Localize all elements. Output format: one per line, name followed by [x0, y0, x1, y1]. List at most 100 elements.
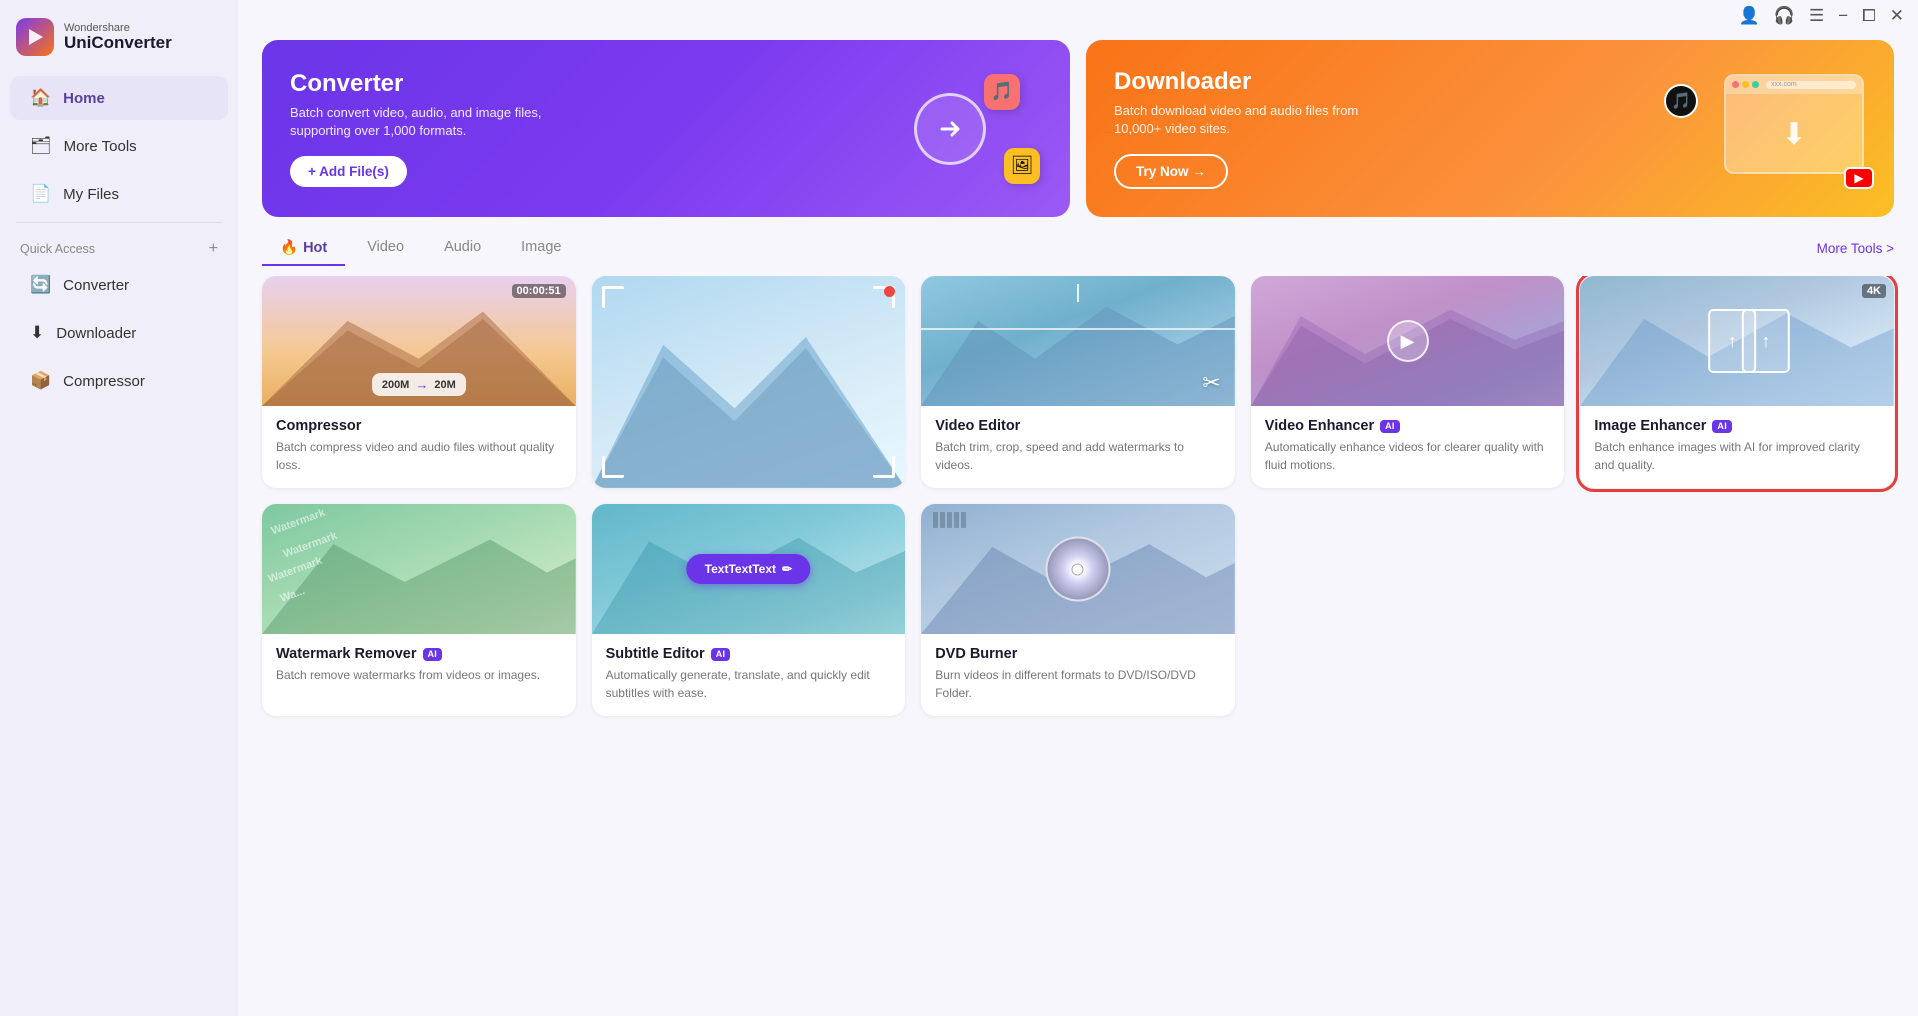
- compressor-desc: Batch compress video and audio files wit…: [276, 439, 562, 474]
- more-tools-link[interactable]: More Tools >: [1817, 241, 1894, 256]
- sidebar: Wondershare UniConverter 🏠 Home 🗂 More T…: [0, 0, 238, 1016]
- video-editor-info: Video Editor Batch trim, crop, speed and…: [921, 406, 1235, 488]
- subtitle-editor-desc: Automatically generate, translate, and q…: [606, 667, 892, 702]
- music-icon: 🎵: [984, 74, 1020, 110]
- record-corner-tl: [602, 286, 624, 308]
- profile-button[interactable]: 👤: [1739, 6, 1760, 26]
- tool-card-subtitle-editor[interactable]: TextTextText ✏ Subtitle Editor AI Automa…: [592, 504, 906, 716]
- youtube-icon: ▶: [1844, 167, 1874, 189]
- tool-card-video-editor[interactable]: ✂ Video Editor Batch trim, crop, speed a…: [921, 276, 1235, 488]
- ai-badge-image-enhancer: AI: [1712, 420, 1732, 433]
- tool-card-dvd-burner[interactable]: DVD Burner Burn videos in different form…: [921, 504, 1235, 716]
- sidebar-item-downloader[interactable]: ⬇ Downloader: [10, 311, 228, 355]
- converter-banner-desc: Batch convert video, audio, and image fi…: [290, 104, 570, 140]
- maximize-button[interactable]: ⧠: [1862, 6, 1876, 26]
- downloader-banner-title: Downloader: [1114, 68, 1394, 96]
- dvd-disc: [1045, 537, 1110, 602]
- compressor-info: Compressor Batch compress video and audi…: [262, 406, 576, 488]
- tool-card-watermark-remover[interactable]: Watermark Watermark Watermark Wa... Wate…: [262, 504, 576, 716]
- logo-area: Wondershare UniConverter: [0, 0, 238, 74]
- image-enhancer-thumbnail: ↑ ↑ 4K: [1580, 276, 1894, 406]
- tabs-row: 🔥 Hot Video Audio Image More Tools >: [238, 231, 1918, 266]
- product-name: UniConverter: [64, 34, 172, 53]
- converter-illustration: 🎵 🖼: [850, 40, 1070, 217]
- film-strip: [933, 512, 966, 528]
- compressor-size-label: 200M → 20M: [372, 373, 466, 396]
- close-button[interactable]: ✕: [1890, 6, 1904, 26]
- converter-icon: 🔄: [30, 275, 51, 295]
- ai-badge-video-enhancer: AI: [1380, 420, 1400, 433]
- app-logo-text: Wondershare UniConverter: [64, 22, 172, 53]
- converter-banner-title: Converter: [290, 70, 570, 98]
- cut-line-h: [921, 328, 1235, 330]
- tab-image[interactable]: Image: [503, 231, 579, 266]
- downloader-banner-text: Downloader Batch download video and audi…: [1114, 68, 1394, 189]
- quick-access-add-button[interactable]: +: [209, 241, 218, 257]
- screen-recorder-thumbnail: [592, 276, 906, 488]
- watermark-remover-info: Watermark Remover AI Batch remove waterm…: [262, 634, 576, 698]
- watermark-remover-desc: Batch remove watermarks from videos or i…: [276, 667, 562, 684]
- enhance-box-right: ↑: [1742, 309, 1790, 373]
- downloader-try-now-button[interactable]: Try Now →: [1114, 154, 1228, 189]
- sidebar-item-compressor[interactable]: 📦 Compressor: [10, 359, 228, 403]
- tool-card-screen-recorder[interactable]: Screen Recorder 1:1 quality screen recor…: [592, 276, 906, 488]
- watermark-remover-title: Watermark Remover AI: [276, 646, 562, 662]
- tool-grid: 00:00:51 200M → 20M Compressor Batch com…: [238, 276, 1918, 736]
- playhead-icon: [1077, 284, 1079, 302]
- compressor-title: Compressor: [276, 418, 562, 434]
- sidebar-item-compressor-label: Compressor: [63, 373, 145, 390]
- image-enhancer-info: Image Enhancer AI Batch enhance images w…: [1580, 406, 1894, 488]
- scissors-icon: ✂: [1202, 370, 1220, 396]
- sidebar-item-converter-label: Converter: [63, 277, 129, 294]
- support-button[interactable]: 🎧: [1774, 6, 1795, 26]
- downloader-banner[interactable]: Downloader Batch download video and audi…: [1086, 40, 1894, 217]
- dvd-burner-desc: Burn videos in different formats to DVD/…: [935, 667, 1221, 702]
- converter-add-files-button[interactable]: + Add File(s): [290, 156, 407, 187]
- menu-button[interactable]: ☰: [1809, 6, 1824, 26]
- fire-icon: 🔥: [280, 239, 298, 256]
- compressor-thumbnail: 00:00:51 200M → 20M: [262, 276, 576, 406]
- downloader-illustration: xxx.com ⬇ 🎵 ▶: [1664, 40, 1894, 217]
- video-enhancer-desc: Automatically enhance videos for clearer…: [1265, 439, 1551, 474]
- compressor-timer: 00:00:51: [512, 284, 566, 298]
- sidebar-item-home-label: Home: [63, 90, 105, 107]
- tool-card-image-enhancer[interactable]: ↑ ↑ 4K Image Enhancer AI Batch enhance i…: [1580, 276, 1894, 488]
- tool-card-video-enhancer[interactable]: ▶ Video Enhancer AI Automatically enhanc…: [1251, 276, 1565, 488]
- ai-badge-watermark: AI: [423, 648, 443, 661]
- quick-access-header: Quick Access +: [0, 227, 238, 261]
- sidebar-item-more-tools[interactable]: 🗂 More Tools: [10, 124, 228, 168]
- brand-name: Wondershare: [64, 22, 172, 34]
- tool-tabs: 🔥 Hot Video Audio Image: [262, 231, 579, 266]
- tab-hot[interactable]: 🔥 Hot: [262, 231, 345, 266]
- up-arrow-right: ↑: [1761, 331, 1770, 352]
- dvd-burner-title: DVD Burner: [935, 646, 1221, 662]
- sidebar-item-home[interactable]: 🏠 Home: [10, 76, 228, 120]
- 4k-badge: 4K: [1862, 284, 1886, 298]
- subtitle-text: TextTextText: [705, 562, 776, 576]
- more-tools-icon: 🗂: [30, 136, 52, 156]
- subtitle-editor-title: Subtitle Editor AI: [606, 646, 892, 662]
- tab-video[interactable]: Video: [349, 231, 422, 266]
- app-logo-icon: [16, 18, 54, 56]
- tab-audio[interactable]: Audio: [426, 231, 499, 266]
- dvd-burner-thumbnail: [921, 504, 1235, 634]
- image-icon: 🖼: [1004, 148, 1040, 184]
- sidebar-item-my-files[interactable]: 📄 My Files: [10, 172, 228, 216]
- subtitle-editor-info: Subtitle Editor AI Automatically generat…: [592, 634, 906, 716]
- up-arrow-left: ↑: [1728, 331, 1737, 352]
- converter-banner[interactable]: Converter Batch convert video, audio, an…: [262, 40, 1070, 217]
- video-enhancer-thumbnail: ▶: [1251, 276, 1565, 406]
- tool-card-compressor[interactable]: 00:00:51 200M → 20M Compressor Batch com…: [262, 276, 576, 488]
- image-enhancer-desc: Batch enhance images with AI for improve…: [1594, 439, 1880, 474]
- compressor-icon: 📦: [30, 371, 51, 391]
- home-icon: 🏠: [30, 88, 51, 108]
- my-files-icon: 📄: [30, 184, 51, 204]
- dvd-burner-info: DVD Burner Burn videos in different form…: [921, 634, 1235, 716]
- sidebar-item-converter[interactable]: 🔄 Converter: [10, 263, 228, 307]
- video-enhancer-info: Video Enhancer AI Automatically enhance …: [1251, 406, 1565, 488]
- quick-access-label: Quick Access: [20, 242, 95, 256]
- hero-banners: Converter Batch convert video, audio, an…: [238, 32, 1918, 231]
- converter-arrow-icon: [914, 93, 986, 165]
- video-editor-desc: Batch trim, crop, speed and add watermar…: [935, 439, 1221, 474]
- minimize-button[interactable]: −: [1838, 6, 1848, 26]
